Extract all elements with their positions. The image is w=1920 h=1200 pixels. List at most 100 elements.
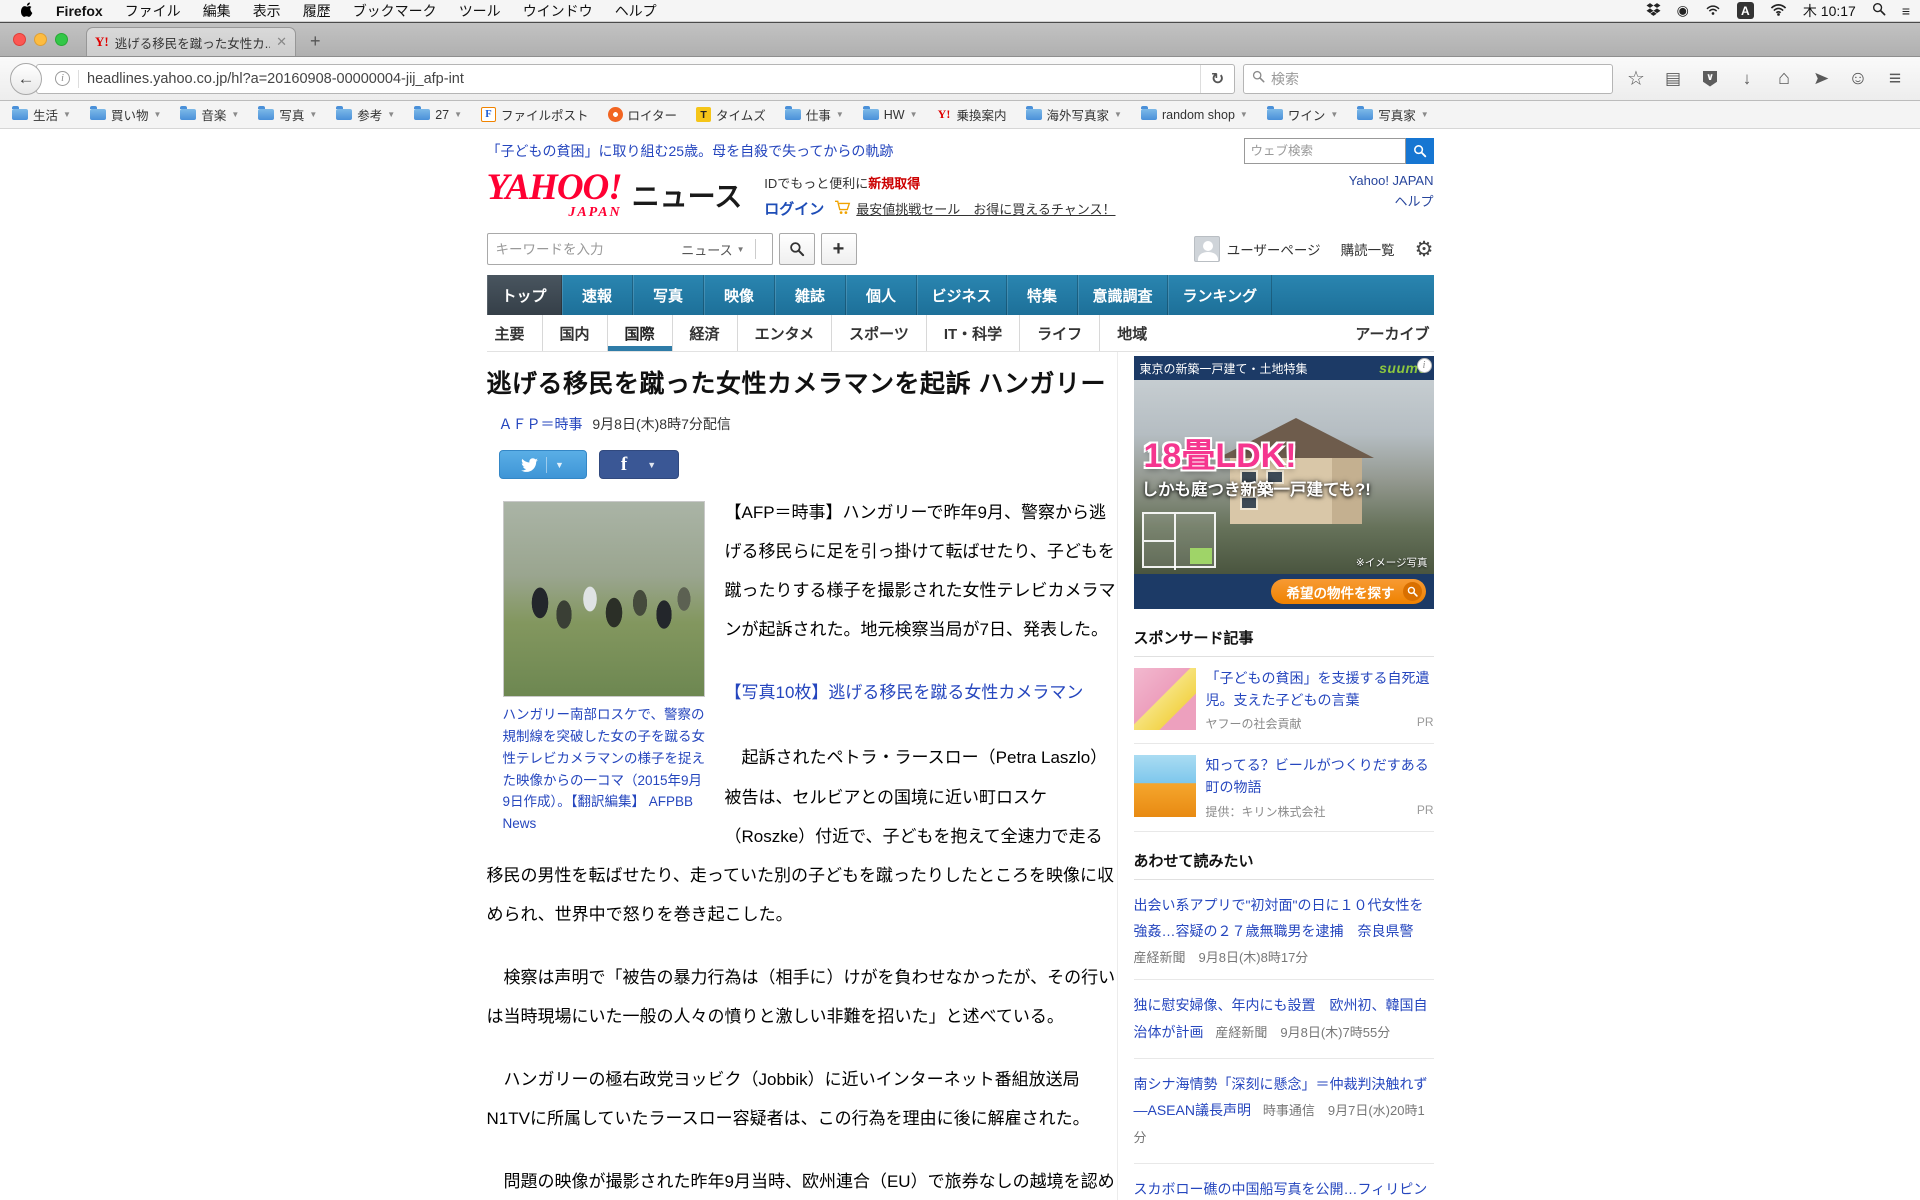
page-info-icon[interactable]: i bbox=[55, 71, 70, 86]
menubar-clock[interactable]: 木 10:17 bbox=[1803, 1, 1856, 21]
list-item[interactable]: 知ってる？ビールがつくりだすある町の物語 提供：キリン株式会社 PR bbox=[1133, 744, 1434, 832]
airport-icon[interactable] bbox=[1705, 3, 1721, 19]
keyword-search-box[interactable]: ニュース▼ bbox=[486, 233, 773, 265]
menu-history[interactable]: 履歴 bbox=[303, 1, 331, 21]
tab-personal[interactable]: 個人 bbox=[845, 275, 917, 315]
spotlight-icon[interactable] bbox=[1872, 2, 1886, 19]
zoom-window-button[interactable] bbox=[55, 33, 68, 46]
bookmark-folder-wine[interactable]: ワイン ▼ bbox=[1266, 105, 1338, 124]
tab-top[interactable]: トップ bbox=[486, 275, 562, 315]
subnav-economy[interactable]: 経済 bbox=[673, 315, 738, 351]
menu-file[interactable]: ファイル bbox=[125, 1, 181, 21]
web-search-button[interactable] bbox=[1405, 137, 1434, 164]
help-link[interactable]: ヘルプ bbox=[1349, 192, 1433, 213]
bookmark-filepost[interactable]: F ファイルポスト bbox=[481, 105, 589, 124]
apple-icon[interactable] bbox=[20, 2, 34, 20]
tab-feature[interactable]: 特集 bbox=[1006, 275, 1078, 315]
promo-link[interactable]: 「子どもの貧困」に取り組む25歳。母を自殺で失ってからの軌跡 bbox=[487, 141, 894, 161]
tab-photo[interactable]: 写真 bbox=[632, 275, 704, 315]
bookmark-folder-shopping[interactable]: 買い物 ▼ bbox=[89, 105, 161, 124]
facebook-share-button[interactable]: f ▼ bbox=[598, 450, 679, 479]
subnav-main[interactable]: 主要 bbox=[487, 315, 543, 351]
subnav-international[interactable]: 国際 bbox=[608, 315, 673, 351]
archive-link[interactable]: アーカイブ bbox=[1355, 323, 1433, 344]
login-link[interactable]: ログイン bbox=[764, 198, 824, 219]
list-item[interactable]: 「子どもの貧困」を支援する自死遺児。支えた子どもの言葉 ヤフーの社会貢献 PR bbox=[1133, 657, 1434, 745]
article-link[interactable]: 出会い系アプリで"初対面"の日に１０代女性を強姦…容疑の２７歳無職男を逮捕 奈良… bbox=[1134, 897, 1424, 940]
downloads-icon[interactable]: ↓ bbox=[1732, 65, 1762, 93]
user-page-link[interactable]: ユーザーページ bbox=[1193, 236, 1321, 262]
list-item[interactable]: スカボロー礁の中国船写真を公開…フィリピン 読売新聞 9月8日(木)7時32分 bbox=[1134, 1164, 1434, 1200]
article-photo[interactable] bbox=[502, 501, 705, 697]
bookmark-star-icon[interactable]: ☆ bbox=[1621, 65, 1651, 93]
hello-icon[interactable] bbox=[1806, 65, 1836, 93]
back-button[interactable]: ← bbox=[10, 62, 42, 95]
reload-button[interactable]: ↻ bbox=[1200, 64, 1234, 93]
ad-info-icon[interactable]: i bbox=[1416, 358, 1432, 373]
sale-link[interactable]: 最安値挑戦セール お得に買えるチャンス！ bbox=[834, 199, 1116, 218]
tab-close-icon[interactable]: ✕ bbox=[276, 34, 287, 50]
search-input[interactable] bbox=[1271, 70, 1604, 87]
bookmark-folder-photographer[interactable]: 写真家 ▼ bbox=[1357, 105, 1429, 124]
article-link[interactable]: 「子どもの貧困」を支援する自死遺児。支えた子どもの言葉 bbox=[1206, 670, 1430, 708]
bookmark-folder-work[interactable]: 仕事 ▼ bbox=[784, 105, 844, 124]
subnav-domestic[interactable]: 国内 bbox=[543, 315, 608, 351]
source-link[interactable]: ＡＦＰ＝時事 bbox=[499, 416, 583, 432]
tab-video[interactable]: 映像 bbox=[703, 275, 775, 315]
list-item[interactable]: 南シナ海情勢「深刻に懸念」＝仲裁判決触れず―ASEAN議長声明 時事通信 9月7… bbox=[1133, 1059, 1434, 1164]
home-icon[interactable]: ⌂ bbox=[1769, 65, 1799, 93]
bookmark-folder-reference[interactable]: 参考 ▼ bbox=[336, 105, 395, 124]
list-item[interactable]: 独に慰安婦像、年内にも設置 欧州初、韓国自治体が計画 産経新聞 9月8日(木)7… bbox=[1133, 980, 1434, 1059]
new-tab-button[interactable]: + bbox=[310, 31, 321, 56]
search-scope-dropdown[interactable]: ニュース ▼ bbox=[681, 240, 744, 259]
menu-view[interactable]: 表示 bbox=[253, 1, 281, 21]
bookmark-folder-hw[interactable]: HW ▼ bbox=[862, 106, 918, 122]
keyword-input[interactable] bbox=[495, 241, 682, 257]
bookmark-folder-music[interactable]: 音楽 ▼ bbox=[180, 105, 239, 124]
wifi-icon[interactable] bbox=[1770, 3, 1787, 19]
subnav-it-science[interactable]: IT・科学 bbox=[927, 315, 1021, 351]
article-link[interactable]: 知ってる？ビールがつくりだすある町の物語 bbox=[1206, 757, 1429, 795]
menu-tools[interactable]: ツール bbox=[459, 1, 501, 21]
menu-help[interactable]: ヘルプ bbox=[615, 1, 657, 21]
register-link[interactable]: 新規取得 bbox=[868, 176, 920, 191]
url-text[interactable]: headlines.yahoo.co.jp/hl?a=20160908-0000… bbox=[87, 71, 1200, 87]
feedback-smiley-icon[interactable]: ☺ bbox=[1843, 65, 1873, 93]
close-window-button[interactable] bbox=[13, 33, 26, 46]
list-item[interactable]: 出会い系アプリで"初対面"の日に１０代女性を強姦…容疑の２７歳無職男を逮捕 奈良… bbox=[1133, 880, 1434, 981]
menu-bookmarks[interactable]: ブックマーク bbox=[353, 1, 437, 21]
ad-cta-button[interactable]: 希望の物件を探す bbox=[1270, 579, 1426, 604]
yahoo-news-logo[interactable]: YAHOO! JAPAN ニュース bbox=[487, 169, 743, 221]
bookmark-folder-photo[interactable]: 写真 ▼ bbox=[258, 105, 317, 124]
subscriptions-link[interactable]: 購読一覧 bbox=[1341, 239, 1395, 259]
display-ad[interactable]: 東京の新築一戸建て・土地特集 suumo 18畳LDK! しかも庭つき新築一戸建… bbox=[1133, 356, 1434, 609]
menu-window[interactable]: ウインドウ bbox=[523, 1, 593, 21]
notification-center-icon[interactable]: ≡ bbox=[1902, 3, 1910, 19]
article-link[interactable]: スカボロー礁の中国船写真を公開…フィリピン bbox=[1134, 1181, 1428, 1197]
input-source-icon[interactable]: A bbox=[1736, 2, 1754, 19]
tab-ranking[interactable]: ランキング bbox=[1167, 275, 1273, 315]
tab-survey[interactable]: 意識調査 bbox=[1077, 275, 1168, 315]
tab-magazine[interactable]: 雑誌 bbox=[774, 275, 846, 315]
tab-business[interactable]: ビジネス bbox=[916, 275, 1007, 315]
gear-icon[interactable]: ⚙ bbox=[1415, 237, 1434, 262]
creative-cloud-icon[interactable]: ◉ bbox=[1677, 2, 1689, 19]
bookmark-folder-27[interactable]: 27 ▼ bbox=[414, 106, 462, 122]
news-search-button[interactable] bbox=[778, 233, 815, 265]
subnav-entertainment[interactable]: エンタメ bbox=[738, 315, 833, 351]
menu-hamburger-icon[interactable]: ≡ bbox=[1880, 65, 1910, 93]
bookmark-reuters[interactable]: ロイター bbox=[607, 105, 677, 124]
browser-search-field[interactable] bbox=[1243, 63, 1613, 94]
subnav-sports[interactable]: スポーツ bbox=[832, 315, 927, 351]
browser-tab[interactable]: Y! 逃げる移民を蹴った女性カ... ✕ bbox=[86, 27, 296, 56]
yahoo-japan-link[interactable]: Yahoo! JAPAN bbox=[1349, 171, 1434, 192]
bookmark-folder-photographers-abroad[interactable]: 海外写真家 ▼ bbox=[1025, 105, 1122, 124]
web-search-input[interactable] bbox=[1243, 137, 1406, 164]
bookmark-transit[interactable]: Y! 乗換案内 bbox=[937, 105, 1007, 124]
menu-edit[interactable]: 編集 bbox=[203, 1, 231, 21]
menu-firefox[interactable]: Firefox bbox=[56, 3, 103, 19]
reading-list-icon[interactable]: ▤ bbox=[1658, 65, 1688, 93]
bookmark-folder-random-shop[interactable]: random shop ▼ bbox=[1140, 106, 1248, 122]
twitter-share-button[interactable]: ▼ bbox=[498, 450, 587, 479]
photo-caption[interactable]: ハンガリー南部ロスケで、警察の規制線を突破した女の子を蹴る女性テレビカメラマンの… bbox=[503, 704, 707, 835]
